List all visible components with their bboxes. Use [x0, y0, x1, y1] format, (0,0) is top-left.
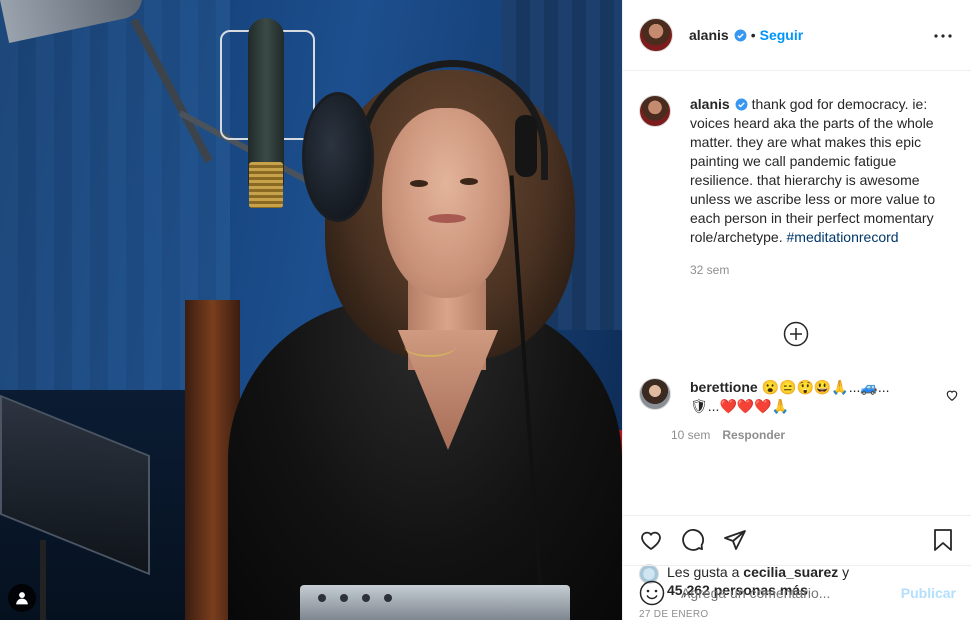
more-horizontal-icon — [934, 34, 952, 38]
caption-time[interactable]: 32 sem — [690, 263, 955, 277]
mixer-knob — [362, 594, 370, 602]
post-header: alanis • Seguir — [623, 0, 971, 71]
microphone-grille — [249, 162, 283, 208]
caption-avatar[interactable] — [639, 95, 671, 127]
comment-username[interactable]: berettione — [690, 379, 758, 395]
post-photo[interactable] — [0, 0, 622, 620]
mixer-knob — [384, 594, 392, 602]
load-more-comments-icon[interactable] — [783, 321, 809, 347]
separator: • — [750, 27, 756, 43]
lips — [428, 214, 466, 223]
music-stand-leg — [40, 540, 46, 620]
comment-text: berettione 😮😑😲😃🙏...🚙...🛡...❤️❤️❤️🙏 — [690, 378, 910, 416]
necklace — [404, 335, 456, 357]
comment-input[interactable] — [681, 585, 901, 601]
emoji-icon[interactable] — [639, 580, 665, 606]
save-bookmark-icon[interactable] — [931, 528, 955, 552]
caption-body: thank god for democracy. ie: voices hear… — [690, 96, 936, 245]
instagram-post: alanis • Seguir alanis thank god for dem… — [0, 0, 971, 620]
add-comment-bar: Publicar — [623, 565, 971, 620]
more-options-button[interactable] — [931, 24, 955, 48]
verified-badge-icon — [734, 29, 747, 41]
mixing-console — [300, 585, 570, 620]
mixer-knob — [318, 594, 326, 602]
headphone-cup — [515, 115, 537, 177]
reply-button[interactable]: Responder — [722, 428, 785, 442]
tagged-users-button[interactable] — [8, 584, 36, 612]
follow-button[interactable]: Seguir — [760, 27, 804, 43]
caption-text: alanis thank god for democracy. ie: voic… — [690, 95, 940, 247]
comment-time[interactable]: 10 sem — [671, 428, 710, 442]
left-eye — [410, 180, 428, 187]
comment-heart-icon[interactable] — [945, 388, 959, 402]
mixer-knob — [340, 594, 348, 602]
caption-username[interactable]: alanis — [690, 96, 730, 112]
comment-bubble-icon[interactable] — [681, 528, 705, 552]
comment-item: berettione 😮😑😲😃🙏...🚙...🛡...❤️❤️❤️🙏 10 se… — [639, 378, 959, 442]
post-side-panel: alanis • Seguir alanis thank god for dem… — [622, 0, 971, 620]
like-heart-icon[interactable] — [639, 528, 663, 552]
comment-meta: 10 sem Responder — [671, 428, 910, 442]
pop-filter — [302, 92, 374, 222]
caption: alanis thank god for democracy. ie: voic… — [639, 95, 955, 247]
post-actions — [623, 515, 971, 563]
comment-avatar[interactable] — [639, 378, 671, 410]
comments-section: alanis thank god for democracy. ie: voic… — [623, 71, 971, 515]
user-icon — [16, 592, 28, 605]
publish-button[interactable]: Publicar — [901, 585, 956, 601]
share-paper-plane-icon[interactable] — [723, 528, 747, 552]
avatar[interactable] — [639, 18, 673, 52]
header-username[interactable]: alanis — [689, 27, 729, 43]
hashtag-link[interactable]: #meditationrecord — [787, 229, 899, 245]
verified-badge-icon — [735, 98, 748, 111]
comment-body: berettione 😮😑😲😃🙏...🚙...🛡...❤️❤️❤️🙏 10 se… — [671, 378, 910, 442]
